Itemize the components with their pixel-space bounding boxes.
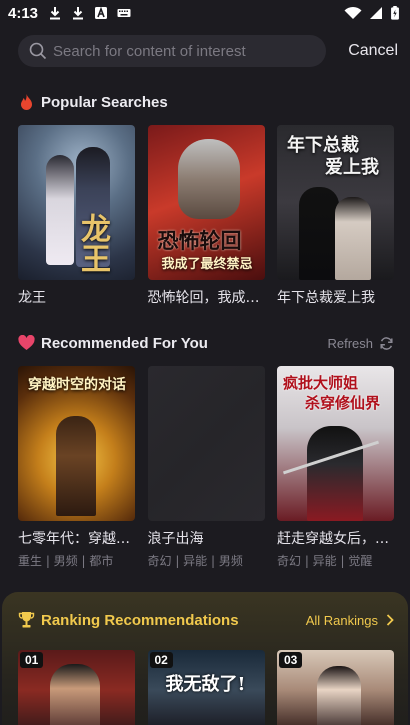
figure-woman (335, 197, 371, 280)
ranking-header: Ranking Recommendations All Rankings (18, 608, 394, 632)
figure (317, 666, 361, 725)
search-icon (29, 42, 47, 60)
search-box[interactable] (18, 35, 326, 67)
recommended-header: Recommended For You Refresh (18, 331, 394, 355)
signal-icon (370, 7, 382, 19)
book-card[interactable]: 疯批大师姐 杀穿修仙界 赶走穿越女后，疯批大师姐杀穿修仙界 奇幻 | 异能 | … (277, 366, 394, 569)
cover-subtitle-text: 我成了最终禁忌 (161, 257, 253, 272)
download-icon (73, 7, 84, 20)
book-title: 赶走穿越女后，疯批大师姐杀穿修仙界 (277, 531, 394, 547)
cover-title-text: 我无敌了! (165, 674, 246, 695)
rank-badge: 02 (149, 652, 173, 668)
figure-swordswoman (307, 426, 363, 521)
book-card[interactable]: 浪子出海 奇幻 | 异能 | 男频 (147, 366, 265, 569)
refresh-button[interactable]: Refresh (327, 336, 394, 351)
recommended-books-row: 穿越时空的对话 七零年代：穿越时空的对话 重生 | 男频 | 都市 浪子出海 奇… (18, 366, 394, 569)
book-title: 年下总裁爱上我 (277, 290, 375, 306)
book-tags: 奇幻 | 异能 | 男频 (147, 554, 243, 568)
fire-icon (21, 93, 32, 110)
all-rankings-label: All Rankings (305, 612, 378, 628)
popular-searches-title: Popular Searches (41, 93, 168, 111)
cover-subtitle-text: 杀穿修仙界 (305, 394, 381, 412)
ranking-panel: Ranking Recommendations All Rankings 01 … (2, 592, 408, 725)
popular-searches-header: Popular Searches (18, 90, 394, 114)
book-cover: 穿越时空的对话 (18, 366, 135, 521)
figure-man (299, 187, 339, 280)
rank-badge: 03 (279, 652, 303, 668)
book-cover: 龙王 (18, 125, 135, 280)
recommended-title: Recommended For You (41, 334, 208, 352)
status-time: 4:13 (8, 4, 39, 22)
status-bar: 4:13 (0, 0, 410, 26)
battery-icon (391, 6, 399, 20)
ranking-card[interactable]: 01 (18, 650, 135, 725)
book-title: 浪子出海 (147, 531, 204, 547)
book-tags: 奇幻 | 异能 | 觉醒 (277, 554, 373, 568)
rank-badge: 01 (20, 652, 44, 668)
book-title: 恐怖轮回，我成了最终禁忌 (147, 290, 265, 306)
book-card[interactable]: 恐怖轮回 我成了最终禁忌 恐怖轮回，我成了最终禁忌 (147, 125, 265, 307)
cover-subtitle-text: 爱上我 (325, 157, 379, 178)
cover-title-text: 疯批大师姐 (283, 374, 359, 392)
ranking-title: Ranking Recommendations (41, 611, 239, 629)
cover-title-text: 穿越时空的对话 (28, 377, 126, 393)
font-a-icon (95, 6, 108, 19)
cover-title-text: 恐怖轮回 (157, 228, 242, 253)
chevron-right-icon (386, 614, 394, 626)
figure (50, 664, 100, 725)
refresh-icon (380, 336, 393, 350)
book-cover: 年下总裁 爱上我 (277, 125, 394, 280)
book-title: 龙王 (18, 290, 46, 306)
search-input[interactable] (53, 42, 303, 60)
search-row: Cancel (18, 35, 398, 67)
book-card[interactable]: 穿越时空的对话 七零年代：穿越时空的对话 重生 | 男频 | 都市 (18, 366, 135, 569)
download-icon (50, 7, 61, 20)
cancel-button[interactable]: Cancel (348, 42, 398, 60)
book-cover: 疯批大师姐 杀穿修仙界 (277, 366, 394, 521)
wifi-icon (344, 6, 362, 19)
book-card[interactable]: 龙王 龙王 (18, 125, 135, 307)
heart-icon (18, 335, 35, 350)
ranking-row: 01 02 我无敌了! 03 (18, 650, 394, 725)
ranking-card[interactable]: 02 我无敌了! (147, 650, 265, 725)
book-cover-placeholder (147, 366, 265, 521)
figure-boy (56, 416, 96, 516)
book-cover: 恐怖轮回 我成了最终禁忌 (147, 125, 265, 280)
trophy-icon (18, 612, 35, 628)
cover-title-text: 龙王 (75, 213, 110, 273)
book-title: 七零年代：穿越时空的对话 (18, 531, 135, 547)
ranking-card[interactable]: 03 (277, 650, 394, 725)
book-tags: 重生 | 男频 | 都市 (18, 554, 114, 568)
popular-books-row: 龙王 龙王 恐怖轮回 我成了最终禁忌 恐怖轮回，我成了最终禁忌 年下总裁 爱上我… (18, 125, 394, 307)
all-rankings-link[interactable]: All Rankings (306, 613, 394, 628)
book-card[interactable]: 年下总裁 爱上我 年下总裁爱上我 (277, 125, 394, 307)
keyboard-icon (117, 9, 131, 17)
refresh-label: Refresh (327, 335, 373, 351)
figure-face (177, 139, 240, 219)
